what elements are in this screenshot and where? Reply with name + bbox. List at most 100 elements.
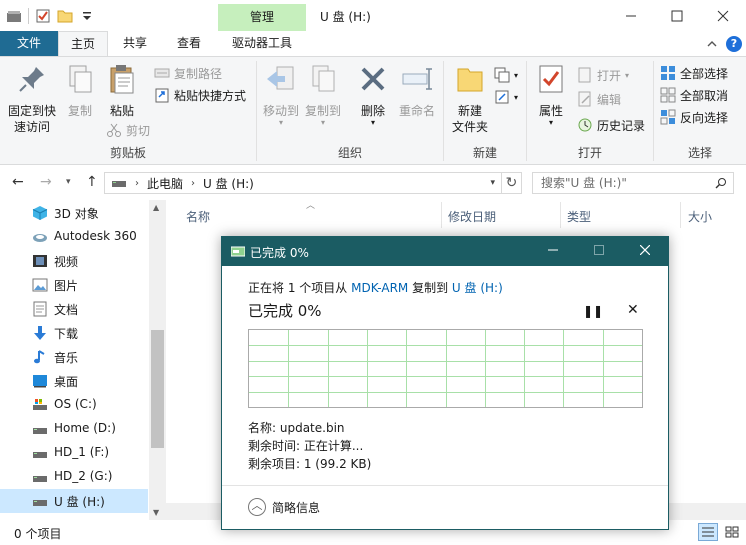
transfer-speed-graph [248, 329, 643, 408]
breadcrumb-u-drive[interactable]: U 盘 (H:) [203, 175, 254, 192]
column-header-modified[interactable]: 修改日期 [448, 208, 496, 225]
recent-dropdown-icon[interactable]: ▾ [66, 177, 71, 187]
new-item-button[interactable]: ▾ [494, 65, 518, 85]
nav-item-drive-h[interactable]: U 盘 (H:) [0, 489, 148, 513]
search-input[interactable]: 搜索"U 盘 (H:)" [532, 172, 734, 194]
dialog-title-bar[interactable]: 已完成 0% [222, 237, 668, 266]
breadcrumb-this-pc[interactable]: 此电脑 [147, 175, 183, 192]
tab-home[interactable]: 主页 [58, 31, 108, 56]
edit-icon [578, 91, 591, 107]
forward-arrow-icon[interactable]: → [40, 174, 52, 190]
column-header-size[interactable]: 大小 [688, 208, 712, 225]
minimize-button[interactable] [608, 0, 654, 31]
tab-file[interactable]: 文件 [0, 31, 58, 56]
scroll-down-icon[interactable]: ▼ [153, 508, 159, 517]
chevron-up-icon[interactable] [706, 38, 718, 50]
cut-button[interactable]: 剪切 [106, 120, 150, 140]
new-folder-icon[interactable] [57, 8, 73, 24]
nav-item-pictures[interactable]: 图片 [0, 273, 148, 297]
nav-item-3d-objects[interactable]: 3D 对象 [0, 201, 148, 225]
copy-to-button[interactable]: 复制到 ▾ [303, 61, 343, 127]
copy-path-button[interactable]: 复制路径 [154, 63, 222, 83]
address-bar[interactable]: › 此电脑 › U 盘 (H:) ▾ [104, 172, 502, 194]
up-arrow-icon[interactable]: ↑ [86, 174, 98, 190]
close-button[interactable] [700, 0, 746, 31]
address-dropdown-icon[interactable]: ▾ [490, 178, 495, 188]
rename-label: 重命名 [398, 104, 435, 118]
pin-label-line2: 速访问 [13, 120, 50, 134]
tab-share[interactable]: 共享 [112, 31, 158, 56]
copy-summary-mid: 复制到 [408, 281, 452, 295]
usb-drive-icon [33, 500, 47, 506]
chevron-down-icon: ▾ [278, 118, 283, 127]
paste-shortcut-button[interactable]: 粘贴快捷方式 [154, 85, 246, 105]
breadcrumb-chevron-icon[interactable]: › [135, 178, 139, 189]
cancel-copy-button[interactable]: ✕ [627, 302, 639, 318]
destination-link[interactable]: U 盘 (H:) [452, 281, 503, 295]
select-all-button[interactable]: 全部选择 [660, 63, 728, 83]
details-view-button[interactable] [698, 523, 718, 541]
column-header-name[interactable]: 名称 [186, 208, 210, 225]
nav-item-drive-g[interactable]: HD_2 (G:) [0, 465, 148, 489]
delete-label: 删除 [360, 104, 385, 118]
maximize-icon [594, 245, 604, 255]
nav-item-drive-d[interactable]: Home (D:) [0, 417, 148, 441]
nav-item-documents[interactable]: 文档 [0, 297, 148, 321]
large-icons-view-icon [725, 526, 739, 538]
refresh-button[interactable]: ↻ [502, 172, 522, 194]
pin-quick-access-button[interactable]: 固定到快 速访问 [4, 61, 60, 135]
dialog-close-button[interactable] [622, 237, 668, 266]
nav-scrollbar-thumb[interactable] [151, 330, 164, 448]
pause-button[interactable]: ❚❚ [583, 304, 603, 318]
copy-summary: 正在将 1 个项目从 MDK-ARM 复制到 U 盘 (H:) [248, 279, 503, 296]
nav-item-label: 下载 [54, 327, 79, 341]
context-tab-manage[interactable]: 管理 [218, 4, 306, 31]
column-separator[interactable] [680, 202, 681, 228]
documents-icon [33, 301, 47, 317]
breadcrumb-chevron-icon[interactable]: › [191, 178, 195, 189]
history-button[interactable]: 历史记录 [577, 115, 645, 135]
new-folder-button[interactable]: 新建 文件夹 [446, 61, 494, 135]
tab-view[interactable]: 查看 [166, 31, 212, 56]
less-details-button[interactable]: ︿ 简略信息 [248, 498, 320, 516]
delete-button[interactable]: 删除 ▾ [355, 61, 391, 127]
easy-access-button[interactable]: ▾ [494, 87, 518, 107]
invert-selection-button[interactable]: 反向选择 [660, 107, 728, 127]
qat-separator [28, 8, 29, 24]
back-arrow-icon[interactable]: ← [12, 174, 24, 190]
app-explorer-icon [7, 11, 21, 22]
scroll-up-icon[interactable]: ▲ [153, 203, 159, 212]
nav-scrollbar[interactable]: ▲ ▼ [149, 200, 166, 520]
column-header-type[interactable]: 类型 [567, 208, 591, 225]
maximize-button[interactable] [654, 0, 700, 31]
nav-item-desktop[interactable]: 桌面 [0, 369, 148, 393]
nav-item-downloads[interactable]: 下载 [0, 321, 148, 345]
nav-item-videos[interactable]: 视频 [0, 249, 148, 273]
nav-item-music[interactable]: 音乐 [0, 345, 148, 369]
paste-shortcut-label: 粘贴快捷方式 [174, 88, 247, 103]
qat-dropdown-icon[interactable] [79, 8, 95, 24]
nav-item-label: 3D 对象 [54, 207, 99, 221]
copy-button[interactable]: 复制 [62, 61, 98, 119]
open-button[interactable]: 打开 ▾ [577, 65, 629, 85]
properties-check-icon[interactable] [35, 8, 51, 24]
move-to-button[interactable]: 移动到 ▾ [261, 61, 301, 127]
edit-button[interactable]: 编辑 [577, 89, 621, 109]
paste-button[interactable]: 粘贴 [102, 61, 142, 119]
select-none-label: 全部取消 [680, 88, 729, 103]
nav-item-autodesk-360[interactable]: Autodesk 360 [0, 225, 148, 249]
select-none-button[interactable]: 全部取消 [660, 85, 728, 105]
history-label: 历史记录 [597, 118, 646, 133]
nav-item-drive-f[interactable]: HD_1 (F:) [0, 441, 148, 465]
tab-drive-tools[interactable]: 驱动器工具 [218, 31, 306, 56]
column-separator[interactable] [560, 202, 561, 228]
copy-icon [69, 65, 92, 93]
source-folder-link[interactable]: MDK-ARM [351, 281, 408, 295]
dialog-minimize-button[interactable] [530, 237, 576, 266]
column-separator[interactable] [441, 202, 442, 228]
nav-item-drive-c[interactable]: OS (C:) [0, 393, 148, 417]
properties-button[interactable]: 属性 ▾ [531, 61, 571, 127]
large-icons-view-button[interactable] [722, 523, 742, 541]
rename-button[interactable]: 重命名 [395, 61, 439, 119]
help-icon[interactable]: ? [726, 36, 742, 52]
